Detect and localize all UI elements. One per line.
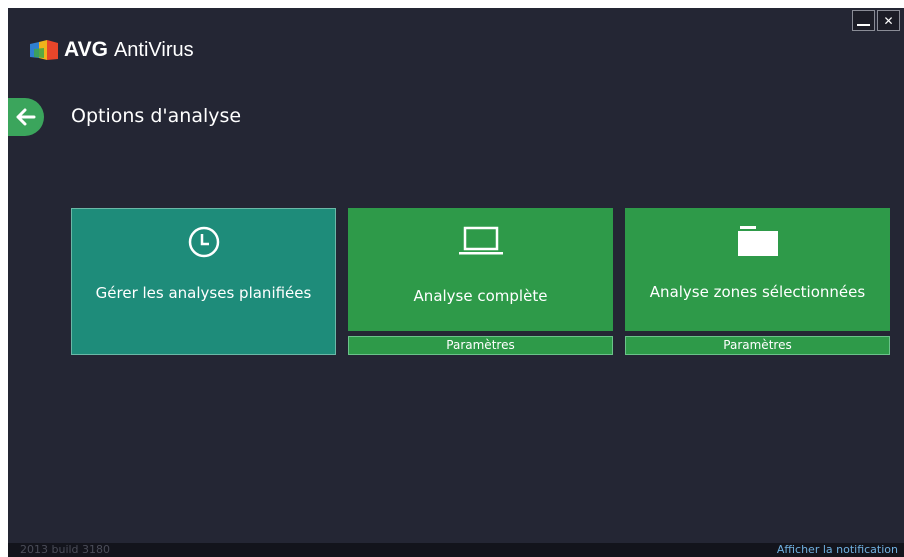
full-scan-tile[interactable]: Analyse complète (348, 208, 613, 331)
full-scan-settings-button[interactable]: Paramètres (348, 336, 613, 355)
full-scan-label: Analyse complète (413, 287, 548, 305)
scheduled-scans-label: Gérer les analyses planifiées (95, 284, 312, 302)
avg-logo-icon (30, 40, 58, 60)
brand-name: AVG (64, 38, 108, 61)
clock-icon (187, 225, 221, 259)
build-version: 2013 build 3180 (20, 543, 111, 556)
app-logo: AVG AntiVirus (30, 38, 194, 62)
minimize-icon (857, 24, 870, 26)
page-title: Options d'analyse (71, 105, 242, 127)
selected-areas-scan-tile[interactable]: Analyse zones sélectionnées (625, 208, 890, 331)
minimize-button[interactable] (852, 10, 875, 31)
folder-icon (737, 224, 779, 258)
close-button[interactable]: ✕ (877, 10, 900, 31)
arrow-left-icon (16, 108, 36, 126)
show-notification-link[interactable]: Afficher la notification (777, 543, 898, 557)
window-controls: ✕ (852, 10, 900, 31)
scheduled-scans-tile[interactable]: Gérer les analyses planifiées (71, 208, 336, 355)
selected-areas-scan-label: Analyse zones sélectionnées (649, 283, 866, 301)
status-footer: 2013 build 3180 Afficher la notification (8, 543, 904, 557)
app-window: ✕ AVG AntiVirus Options d'analyse Gérer … (8, 8, 904, 557)
back-button[interactable] (8, 98, 44, 136)
close-icon: ✕ (883, 13, 894, 28)
laptop-icon (457, 224, 505, 258)
selected-areas-settings-button[interactable]: Paramètres (625, 336, 890, 355)
product-name: AntiVirus (113, 38, 194, 61)
